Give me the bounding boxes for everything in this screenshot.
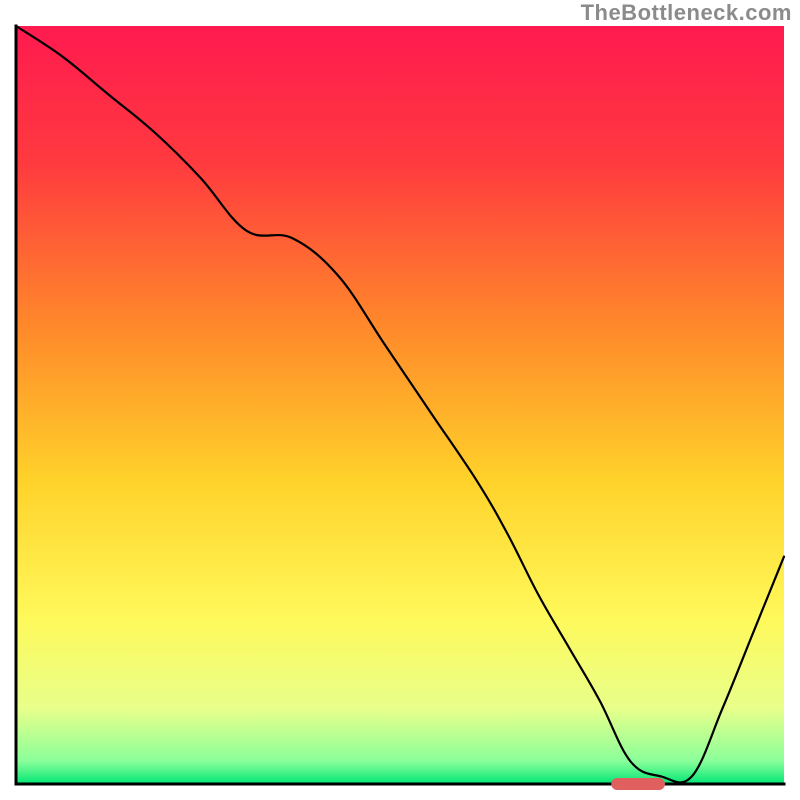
watermark-label: TheBottleneck.com xyxy=(581,0,792,26)
sweet-spot-marker xyxy=(611,778,665,790)
gradient-background xyxy=(16,26,784,784)
plot-surface xyxy=(0,0,800,800)
bottleneck-chart: TheBottleneck.com xyxy=(0,0,800,800)
